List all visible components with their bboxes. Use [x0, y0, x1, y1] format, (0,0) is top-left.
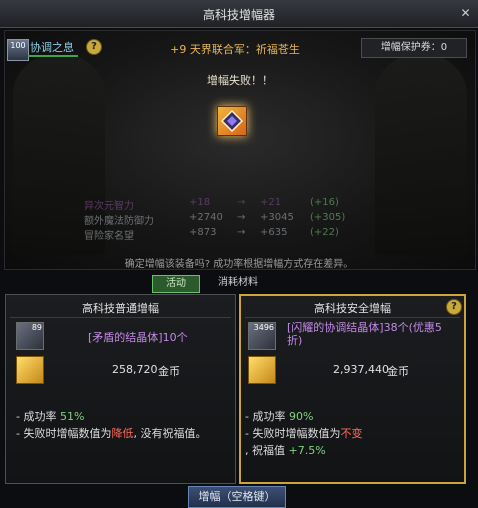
arrow-icon: → [237, 197, 246, 208]
window-title: 高科技增幅器 [202, 8, 275, 22]
divider [10, 317, 231, 318]
fail-pre: - 失败时增幅数值为 [245, 427, 341, 440]
fail-note: - 失败时增幅数值为降低, 没有祝福值。 [16, 425, 206, 441]
stat-after: +21 [260, 197, 282, 208]
fail-post: , 没有祝福值。 [133, 427, 207, 440]
material-name: [矛盾的结晶体]10个 [88, 331, 188, 344]
success-label: - 成功率 [16, 410, 57, 423]
stat-delta: (+16) [310, 197, 339, 208]
stat-name: 额外魔法防御力 [84, 216, 154, 227]
material-line-1: [闪耀的协调结晶体]38个(优惠5 [287, 321, 442, 334]
success-rate: - 成功率 90% [245, 408, 313, 424]
divider [245, 317, 460, 318]
success-value: 90% [288, 410, 314, 423]
material-count: 89 [31, 323, 42, 332]
stat-before: +2740 [189, 212, 223, 223]
material-name: [闪耀的协调结晶体]38个(优惠5 折) [287, 321, 459, 347]
material-line-2: 折) [287, 334, 303, 347]
material-icon: 89 [16, 322, 44, 350]
synergy-progress-bar [28, 55, 78, 57]
arrow-icon: → [237, 227, 246, 238]
gold-amount: 2,937,440 [333, 363, 389, 376]
help-icon[interactable]: ? [86, 39, 102, 55]
right-statue-image [375, 55, 467, 255]
bless-label: , 祝福值 [245, 444, 285, 457]
synergy-label: 协调之息 [30, 41, 74, 54]
bless-value: +7.5% [288, 444, 326, 457]
panel-title: 高科技普通增幅 [82, 302, 159, 315]
material-icon: 3496 [248, 322, 276, 350]
stat-before: +18 [189, 197, 211, 208]
synergy-level-badge: 100 [7, 39, 29, 61]
stat-before: +873 [189, 227, 217, 238]
stat-after: +635 [260, 227, 288, 238]
gold-unit: 金币 [158, 365, 180, 378]
stat-after: +3045 [260, 212, 294, 223]
item-name: +9 天界联合军：祈福苍生 [170, 43, 300, 56]
item-icon [217, 106, 247, 136]
tab-materials[interactable]: 消耗材料 [208, 275, 268, 291]
fail-pre: - 失败时增幅数值为 [16, 427, 112, 440]
help-icon[interactable]: ? [446, 299, 462, 315]
safe-enhance-panel[interactable]: 高科技安全增幅 ? 3496 [闪耀的协调结晶体]38个(优惠5 折) 2,93… [239, 294, 466, 484]
tab-event[interactable]: 活动 [152, 275, 200, 293]
success-rate: - 成功率 51% [16, 408, 84, 424]
gold-icon [248, 356, 276, 384]
bless-note: , 祝福值 +7.5% [245, 442, 326, 458]
stat-delta: (+305) [310, 212, 346, 223]
panel-title: 高科技安全增幅 [314, 302, 391, 315]
stat-delta: (+22) [310, 227, 339, 238]
fail-note: - 失败时增幅数值为不变 [245, 425, 362, 441]
success-label: - 成功率 [245, 410, 286, 423]
gold-unit: 金币 [387, 365, 409, 378]
success-value: 51% [59, 410, 85, 423]
gold-icon [16, 356, 44, 384]
confirm-text: 确定增幅该装备吗? 成功率根据增幅方式存在差异。 [124, 259, 354, 270]
protect-ticket-counter: 增幅保护券：0 [361, 38, 467, 58]
normal-enhance-panel[interactable]: 高科技普通增幅 89 [矛盾的结晶体]10个 258,720 金币 - 成功率 … [5, 294, 236, 484]
close-icon[interactable]: ✕ [459, 7, 472, 20]
result-text: 增幅失败！！ [207, 74, 273, 87]
fail-effect: 不变 [340, 427, 363, 440]
material-count: 3496 [253, 323, 274, 332]
stat-name: 异次元智力 [84, 201, 134, 212]
enhance-button[interactable]: 增幅（空格键） [188, 486, 286, 508]
fail-effect: 降低 [111, 427, 134, 440]
arrow-icon: → [237, 212, 246, 223]
stat-name: 冒险家名望 [84, 231, 134, 242]
gold-amount: 258,720 [112, 363, 158, 376]
